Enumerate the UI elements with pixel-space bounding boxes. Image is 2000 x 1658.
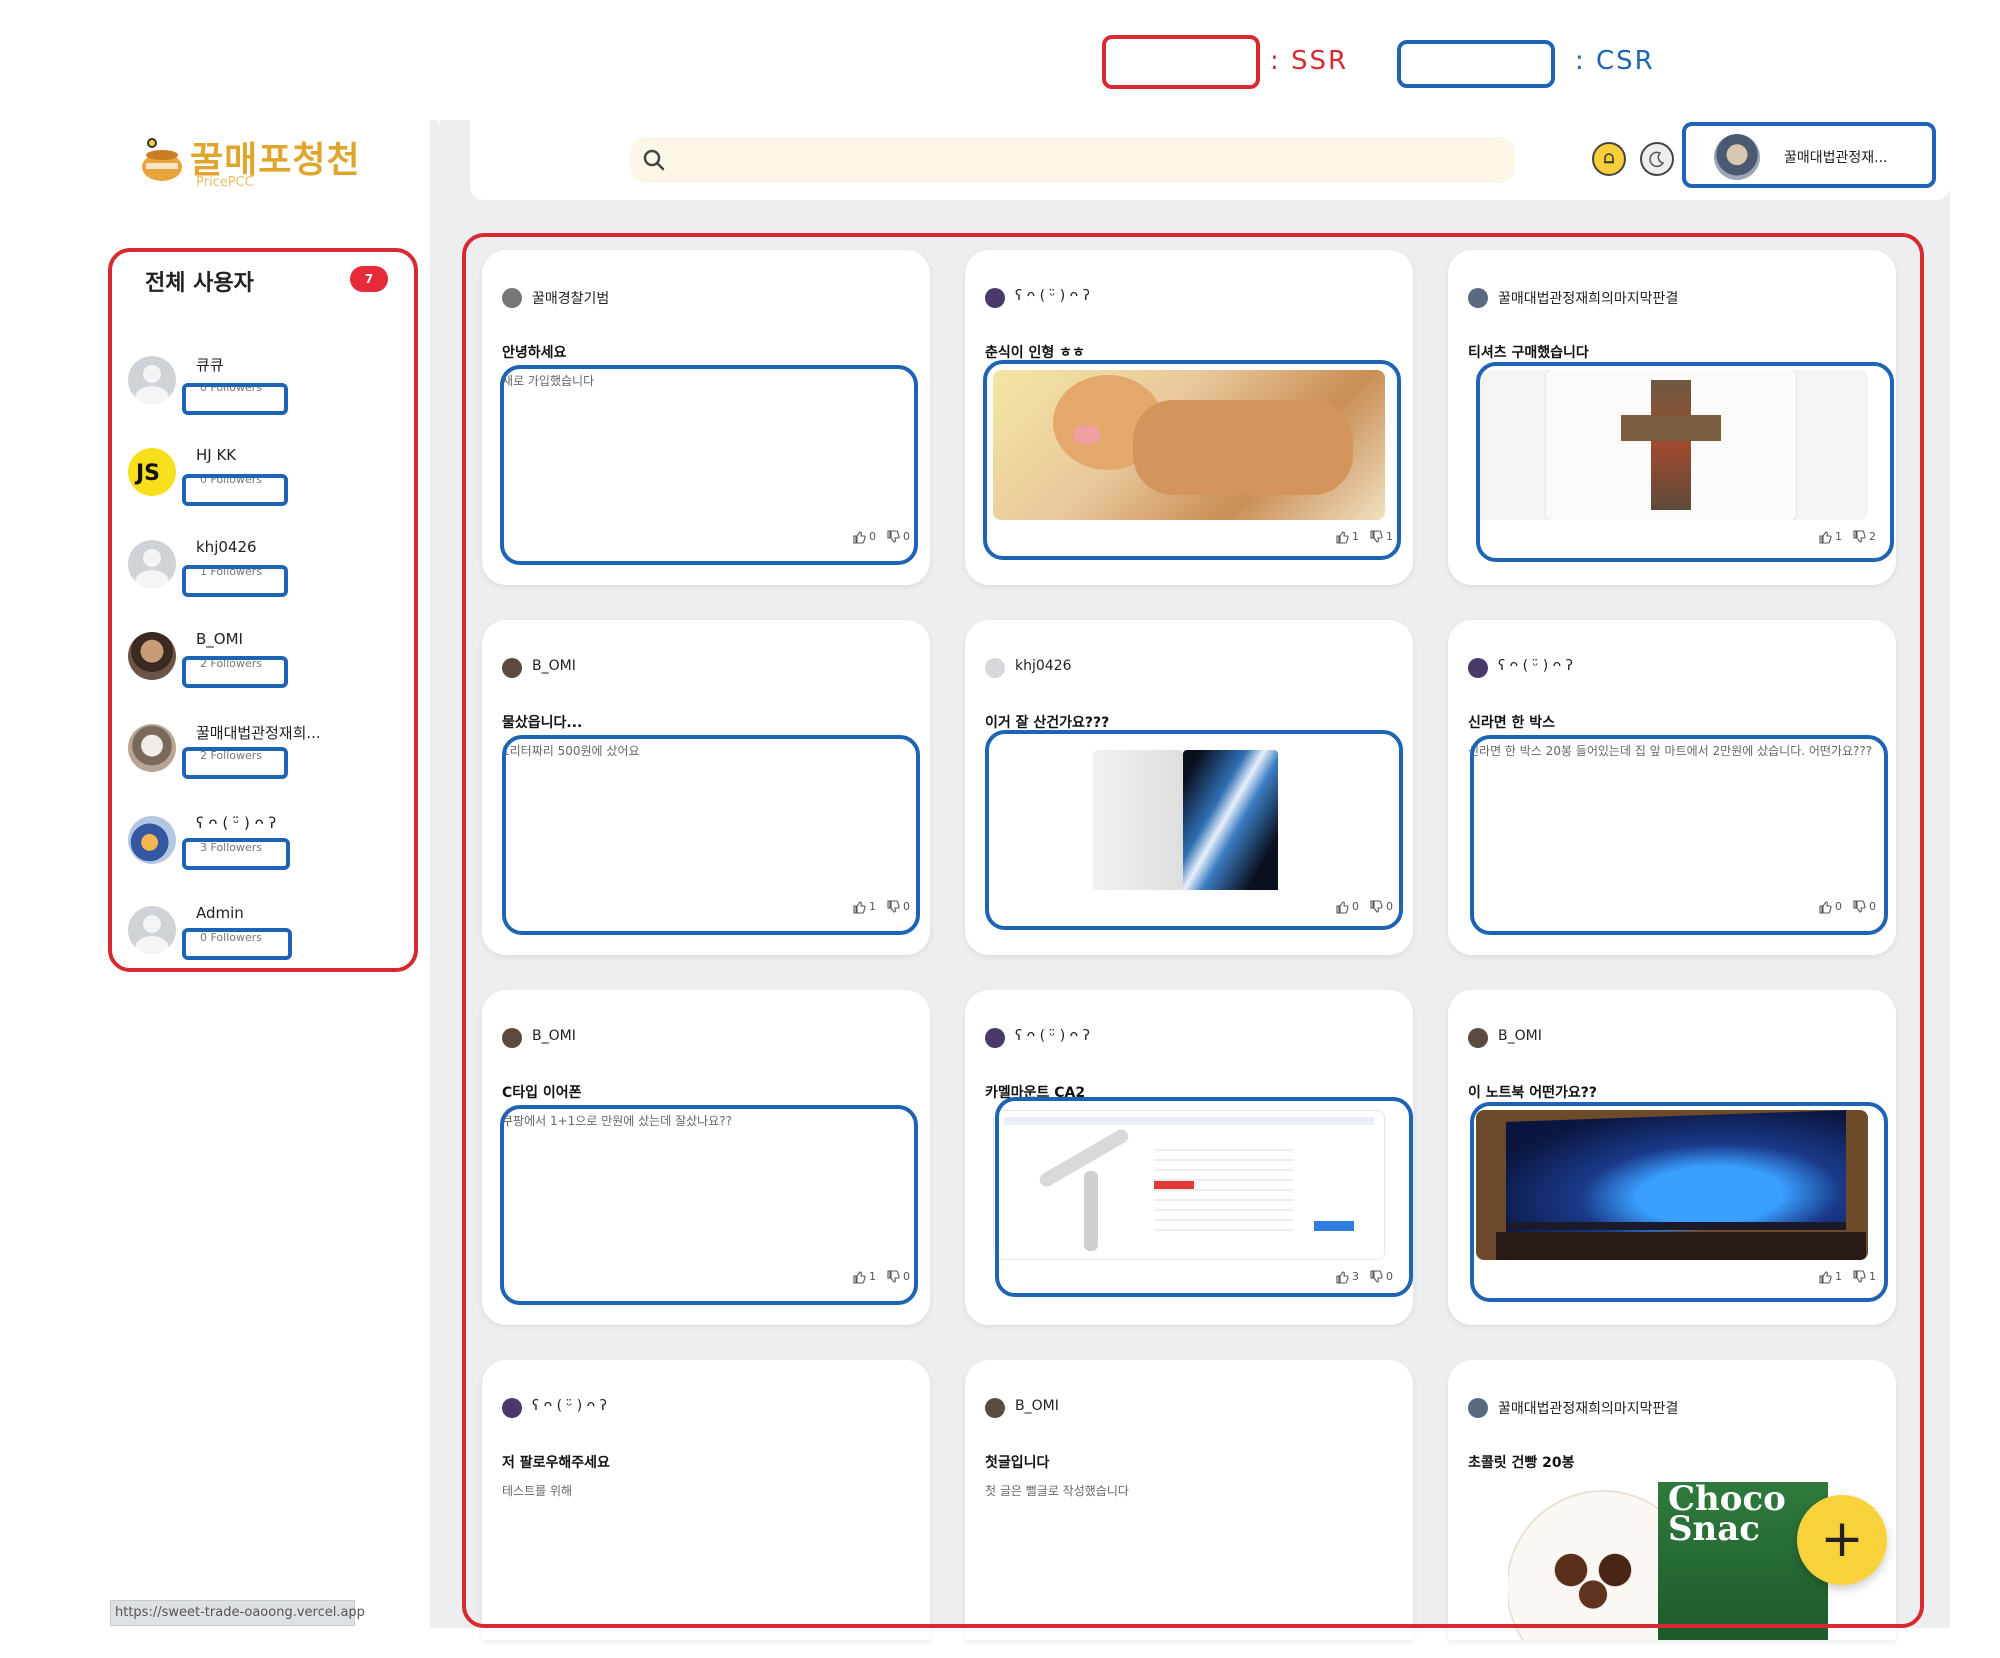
sidebar-divider <box>430 120 440 1628</box>
notification-button[interactable] <box>1592 142 1626 176</box>
csr-region-post-content <box>985 730 1403 930</box>
csr-region-followers <box>182 656 288 688</box>
csr-region-post-content <box>500 1105 918 1305</box>
csr-region-followers <box>182 928 292 960</box>
moon-icon <box>1649 151 1665 168</box>
screenshot-stage: : SSR : CSR 꿀매포청천 PricePCC 전체 사용자 7 큐큐 0… <box>0 0 2000 1658</box>
status-url: https://sweet-trade-oaoong.vercel.app <box>110 1600 365 1626</box>
csr-region-followers <box>182 747 288 779</box>
csr-region-post-content <box>995 1097 1413 1297</box>
csr-region-followers <box>182 838 290 870</box>
honey-pot-icon <box>142 138 182 181</box>
theme-toggle-button[interactable] <box>1640 142 1674 176</box>
csr-region-post-content <box>500 365 918 565</box>
csr-region-post-content <box>1470 735 1888 935</box>
ssr-legend-label: : SSR <box>1270 46 1349 76</box>
csr-region-post-content <box>1476 362 1894 562</box>
csr-legend-label: : CSR <box>1575 46 1655 76</box>
csr-legend-swatch <box>1397 40 1555 88</box>
csr-region-post-content <box>502 735 920 935</box>
csr-region-post-content <box>1470 1102 1888 1302</box>
ssr-legend-swatch <box>1102 35 1260 89</box>
csr-region-followers <box>182 565 288 597</box>
bell-icon <box>1604 153 1614 164</box>
search-icon[interactable] <box>642 148 666 172</box>
csr-region-followers <box>182 383 288 415</box>
csr-region-profile <box>1682 122 1936 188</box>
csr-region-post-content <box>983 360 1401 560</box>
search-input[interactable] <box>630 137 1515 183</box>
logo[interactable]: 꿀매포청천 PricePCC <box>138 125 388 195</box>
csr-region-followers <box>182 474 288 506</box>
logo-subtitle: PricePCC <box>196 175 254 190</box>
